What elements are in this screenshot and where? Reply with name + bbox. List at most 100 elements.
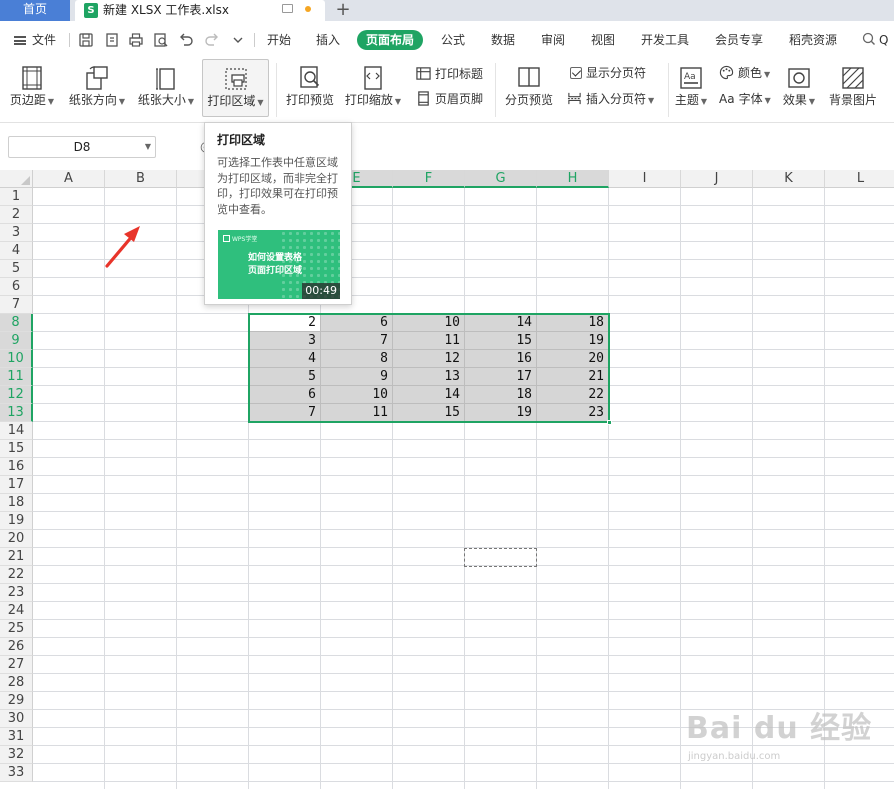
table-cell[interactable]: 3	[249, 332, 321, 350]
table-cell[interactable]: 21	[537, 368, 609, 386]
row-header-28[interactable]: 28	[0, 674, 33, 692]
tab-review[interactable]: 审阅	[541, 31, 565, 49]
table-cell[interactable]: 18	[465, 386, 537, 404]
table-cell[interactable]: 5	[249, 368, 321, 386]
table-cell[interactable]: 11	[321, 404, 393, 422]
screen-icon[interactable]	[282, 4, 293, 13]
theme-button[interactable]: Aa 主题 ▼	[673, 59, 709, 117]
table-cell[interactable]: 14	[393, 386, 465, 404]
row-header-16[interactable]: 16	[0, 458, 33, 476]
export-pdf-icon[interactable]	[104, 32, 120, 48]
row-header-30[interactable]: 30	[0, 710, 33, 728]
tab-view[interactable]: 视图	[591, 31, 615, 49]
row-header-7[interactable]: 7	[0, 296, 33, 314]
file-menu-button[interactable]: 文件	[14, 31, 56, 49]
colors-button[interactable]: 颜色 ▼	[719, 63, 770, 83]
header-footer-button[interactable]: 页眉页脚	[416, 89, 483, 109]
tab-developer[interactable]: 开发工具	[641, 31, 689, 49]
tab-page-layout[interactable]: 页面布局	[357, 30, 424, 50]
undo-icon[interactable]	[178, 32, 194, 48]
tab-member[interactable]: 会员专享	[715, 31, 763, 49]
table-cell[interactable]: 7	[321, 332, 393, 350]
row-header-23[interactable]: 23	[0, 584, 33, 602]
row-header-33[interactable]: 33	[0, 764, 33, 782]
table-cell[interactable]: 22	[537, 386, 609, 404]
redo-icon[interactable]	[204, 32, 220, 48]
row-header-1[interactable]: 1	[0, 188, 33, 206]
row-header-14[interactable]: 14	[0, 422, 33, 440]
print-preview-button[interactable]: 打印预览	[283, 59, 337, 117]
row-header-32[interactable]: 32	[0, 746, 33, 764]
print-icon[interactable]	[128, 32, 144, 48]
row-header-18[interactable]: 18	[0, 494, 33, 512]
table-cell[interactable]: 20	[537, 350, 609, 368]
margins-button[interactable]: 页边距 ▼	[6, 59, 58, 117]
search-icon[interactable]	[862, 32, 876, 49]
column-header-b[interactable]: B	[105, 170, 177, 188]
chevron-down-icon[interactable]: ▼	[145, 137, 151, 157]
print-area-button[interactable]: 打印区域 ▼	[202, 59, 269, 117]
row-header-3[interactable]: 3	[0, 224, 33, 242]
table-cell[interactable]: 9	[321, 368, 393, 386]
effects-button[interactable]: 效果 ▼	[780, 59, 818, 117]
table-cell[interactable]: 17	[465, 368, 537, 386]
table-cell[interactable]: 6	[249, 386, 321, 404]
customize-quick-access-icon[interactable]	[230, 32, 246, 48]
table-cell[interactable]: 13	[393, 368, 465, 386]
print-preview-icon[interactable]	[153, 32, 169, 48]
row-header-4[interactable]: 4	[0, 242, 33, 260]
table-cell[interactable]: 7	[249, 404, 321, 422]
row-header-20[interactable]: 20	[0, 530, 33, 548]
row-header-17[interactable]: 17	[0, 476, 33, 494]
table-cell[interactable]: 6	[321, 314, 393, 332]
background-image-button[interactable]: 背景图片	[826, 59, 880, 117]
table-cell[interactable]: 16	[465, 350, 537, 368]
table-cell[interactable]: 18	[537, 314, 609, 332]
table-cell[interactable]: 23	[537, 404, 609, 422]
row-header-5[interactable]: 5	[0, 260, 33, 278]
row-header-11[interactable]: 11	[0, 368, 33, 386]
column-header-k[interactable]: K	[753, 170, 825, 188]
table-cell[interactable]: 11	[393, 332, 465, 350]
document-tab[interactable]: S 新建 XLSX 工作表.xlsx	[75, 0, 325, 21]
row-header-19[interactable]: 19	[0, 512, 33, 530]
show-page-breaks-checkbox[interactable]: 显示分页符	[570, 63, 646, 83]
paper-size-button[interactable]: 纸张大小 ▼	[134, 59, 198, 117]
row-header-25[interactable]: 25	[0, 620, 33, 638]
page-break-preview-button[interactable]: 分页预览	[502, 59, 556, 117]
select-all-corner[interactable]	[0, 170, 33, 188]
table-cell[interactable]: 8	[321, 350, 393, 368]
row-header-29[interactable]: 29	[0, 692, 33, 710]
row-header-6[interactable]: 6	[0, 278, 33, 296]
table-cell[interactable]: 12	[393, 350, 465, 368]
row-header-27[interactable]: 27	[0, 656, 33, 674]
row-header-21[interactable]: 21	[0, 548, 33, 566]
row-header-9[interactable]: 9	[0, 332, 33, 350]
new-tab-button[interactable]: +	[333, 0, 353, 21]
search-label[interactable]: Q	[879, 31, 888, 49]
fonts-button[interactable]: Aa 字体 ▼	[719, 89, 771, 109]
row-header-15[interactable]: 15	[0, 440, 33, 458]
row-header-2[interactable]: 2	[0, 206, 33, 224]
table-cell[interactable]: 19	[537, 332, 609, 350]
checkbox-checked-icon[interactable]	[570, 67, 582, 79]
row-header-12[interactable]: 12	[0, 386, 33, 404]
save-icon[interactable]	[78, 32, 94, 48]
table-cell[interactable]: 10	[321, 386, 393, 404]
row-header-10[interactable]: 10	[0, 350, 33, 368]
row-header-13[interactable]: 13	[0, 404, 33, 422]
row-header-31[interactable]: 31	[0, 728, 33, 746]
column-header-f[interactable]: F	[393, 170, 465, 188]
tab-formulas[interactable]: 公式	[441, 31, 465, 49]
column-header-a[interactable]: A	[33, 170, 105, 188]
table-cell[interactable]: 15	[465, 332, 537, 350]
column-header-l[interactable]: L	[825, 170, 894, 188]
column-header-i[interactable]: I	[609, 170, 681, 188]
row-header-24[interactable]: 24	[0, 602, 33, 620]
table-cell[interactable]: 15	[393, 404, 465, 422]
column-header-g[interactable]: G	[465, 170, 537, 188]
home-tab[interactable]: 首页	[0, 0, 70, 21]
row-header-26[interactable]: 26	[0, 638, 33, 656]
print-titles-button[interactable]: 打印标题	[416, 64, 483, 84]
row-header-8[interactable]: 8	[0, 314, 33, 332]
